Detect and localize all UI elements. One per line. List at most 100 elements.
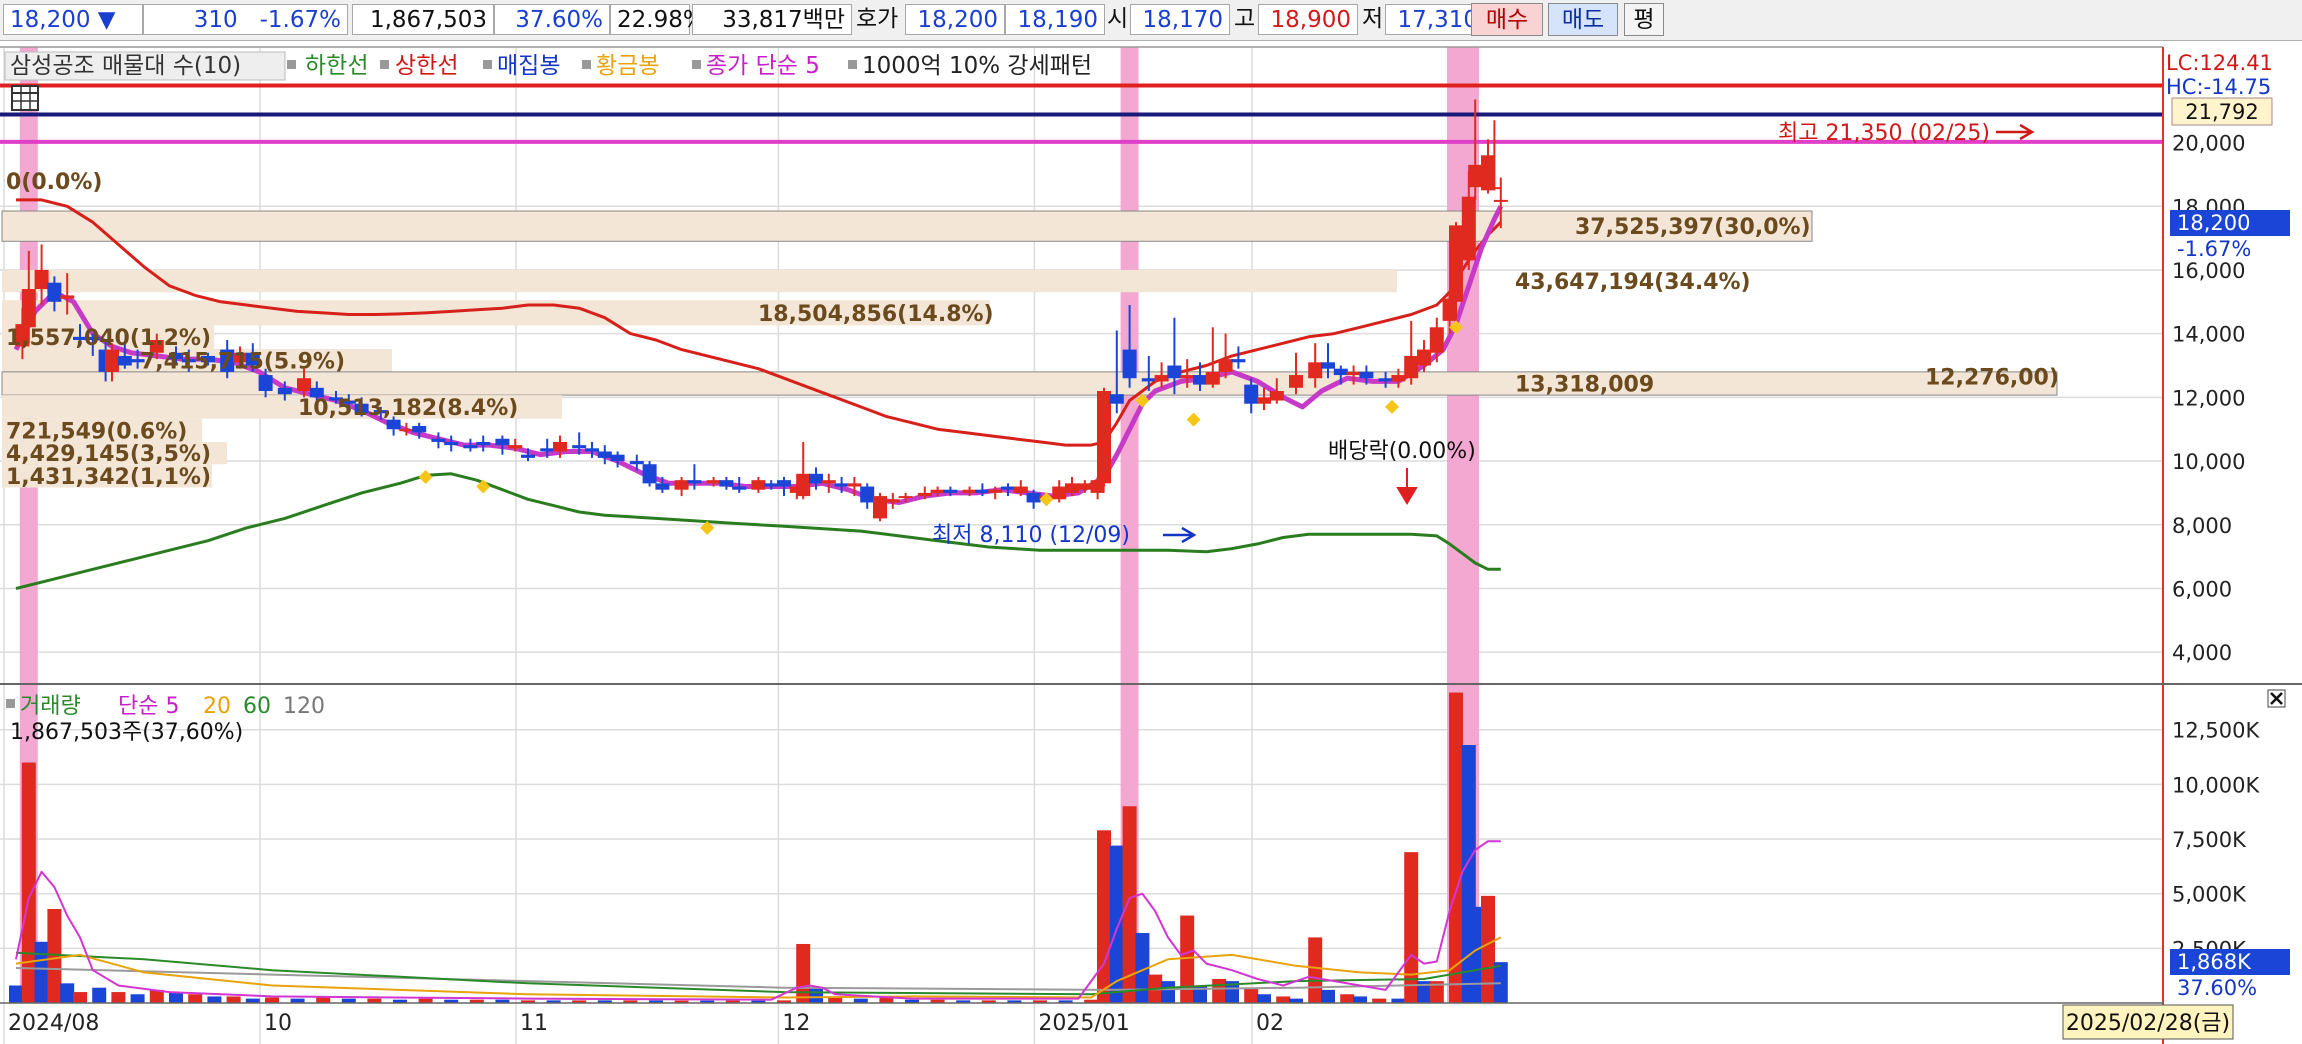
volume-bar — [60, 983, 75, 1003]
high-label: 고 — [1234, 6, 1256, 32]
candle-body — [751, 480, 766, 490]
candle-body — [1359, 371, 1374, 379]
quote-toolbar: 18,200 ▼ 310 -1.67% 1,867,503 37.60% 22.… — [0, 0, 2302, 41]
volume-legend-120: 120 — [283, 694, 325, 719]
legend-pattern: 1000억 10% 강세패턴 — [862, 53, 1092, 79]
candle-body — [540, 448, 555, 452]
volume-bar — [47, 908, 62, 1003]
volume-bar — [207, 996, 222, 1003]
buy-button[interactable]: 매수 — [1471, 3, 1543, 36]
volume-profile-label: 12,276,00) — [1925, 366, 2059, 391]
candle-body — [1193, 375, 1207, 385]
candle-body — [1417, 349, 1431, 366]
candle-body — [1244, 384, 1259, 404]
candle-body — [1109, 394, 1124, 404]
date-tick-label: 10 — [264, 1011, 292, 1036]
current-change-label: -1.67% — [2177, 237, 2251, 261]
lc-value: LC:124.41 — [2166, 51, 2273, 75]
candle-body — [1308, 362, 1323, 379]
candle-body — [258, 375, 273, 391]
volume-profile-label: 37,525,397(30,0%) — [1575, 215, 1811, 240]
price-tick-label: 12,000 — [2172, 386, 2245, 410]
candle-body — [476, 441, 491, 446]
current-volume-pct: 37.60% — [2177, 976, 2257, 1000]
volume-current: 1,867,503주(37,60%) — [10, 720, 243, 745]
volume-bar — [1161, 981, 1175, 1003]
candle-body — [399, 429, 414, 432]
candle-body — [1378, 378, 1393, 382]
candle-body — [860, 486, 875, 503]
candle-body — [297, 378, 311, 391]
candle-body — [975, 489, 990, 493]
candle-body — [1404, 355, 1419, 379]
candle-body — [1461, 196, 1476, 261]
volume-bar — [21, 762, 36, 1003]
quote-label: 호가 — [856, 6, 899, 32]
volume-profile-label: 43,647,194(34.4%) — [1515, 270, 1751, 295]
volume-bar — [265, 997, 279, 1003]
volume-legend-bullet — [6, 699, 15, 708]
candle-body — [988, 489, 1003, 493]
change-value: 310 — [193, 7, 238, 33]
change-percent: -1.67% — [259, 7, 341, 33]
volume-field: 1,867,503 — [352, 4, 494, 35]
sell-button[interactable]: 매도 — [1548, 3, 1618, 36]
price-tick-label: 10,000 — [2172, 450, 2245, 474]
evaluate-button[interactable]: 평 — [1624, 3, 1664, 36]
candle-body — [629, 461, 644, 465]
candle-body — [412, 426, 427, 433]
legend-lower: 하한선 — [305, 53, 368, 79]
candle-body — [898, 496, 913, 499]
candle-body — [1001, 486, 1015, 490]
price-down-arrow-icon: ▼ — [97, 7, 116, 33]
candle-body — [1442, 298, 1457, 321]
current-price-field: 18,200 ▼ — [3, 4, 143, 35]
volume-profile-label: 7,415,715(5.9%) — [140, 349, 345, 374]
candle-body — [117, 355, 132, 366]
candle-body — [943, 489, 958, 493]
volume-bar — [73, 992, 87, 1003]
volume-bar — [1276, 996, 1291, 1003]
candle-body — [1167, 365, 1182, 379]
candle-body — [809, 473, 823, 484]
volume-ratio-field: 37.60% — [494, 4, 610, 35]
candle-body — [47, 282, 62, 302]
candle-body — [1333, 368, 1348, 376]
volume-tick-label: 10,000K — [2172, 773, 2260, 797]
candle-body — [719, 480, 734, 487]
date-tick-label: 02 — [1256, 1011, 1284, 1036]
volume-bar — [92, 987, 107, 1003]
candle-body — [642, 464, 657, 484]
volume-bar — [226, 996, 241, 1003]
candle-body — [386, 419, 401, 430]
change-field: 310 -1.67% — [143, 4, 348, 35]
candle-body — [834, 483, 849, 487]
close-pane-icon[interactable] — [2267, 689, 2286, 708]
candle-body — [847, 483, 862, 487]
candle-body — [1013, 486, 1028, 493]
volume-profile-bar — [1, 210, 1813, 242]
bottom-date: 2025/02/28(금) — [2066, 1011, 2230, 1036]
candle-body — [873, 496, 887, 519]
volume-legend-20: 20 — [203, 694, 231, 719]
current-price: 18,200 — [10, 7, 91, 33]
date-tick-label: 12 — [782, 1011, 810, 1036]
candle-body — [1097, 390, 1111, 484]
candle-body — [60, 295, 75, 299]
hc-value: HC:-14.75 — [2166, 75, 2271, 99]
candle-body — [1026, 492, 1041, 503]
volume-bar — [1461, 745, 1476, 1003]
amount-field: 33,817백만 — [692, 4, 852, 35]
candle-body — [1154, 375, 1169, 382]
candle-body — [463, 445, 478, 449]
candle-body — [885, 499, 900, 503]
price-tick-label: 8,000 — [2172, 514, 2232, 538]
legend-close-ma: 종가 단순 5 — [706, 53, 820, 79]
candle-body — [1231, 359, 1246, 363]
table-icon[interactable] — [11, 85, 39, 111]
high-field: 18,900 — [1258, 4, 1358, 35]
volume-profile-label: 1,557,040(1.2%) — [6, 326, 211, 351]
volume-bar — [796, 943, 811, 1003]
current-price-label: 18,200 — [2177, 211, 2250, 235]
candle-body — [1321, 362, 1335, 369]
